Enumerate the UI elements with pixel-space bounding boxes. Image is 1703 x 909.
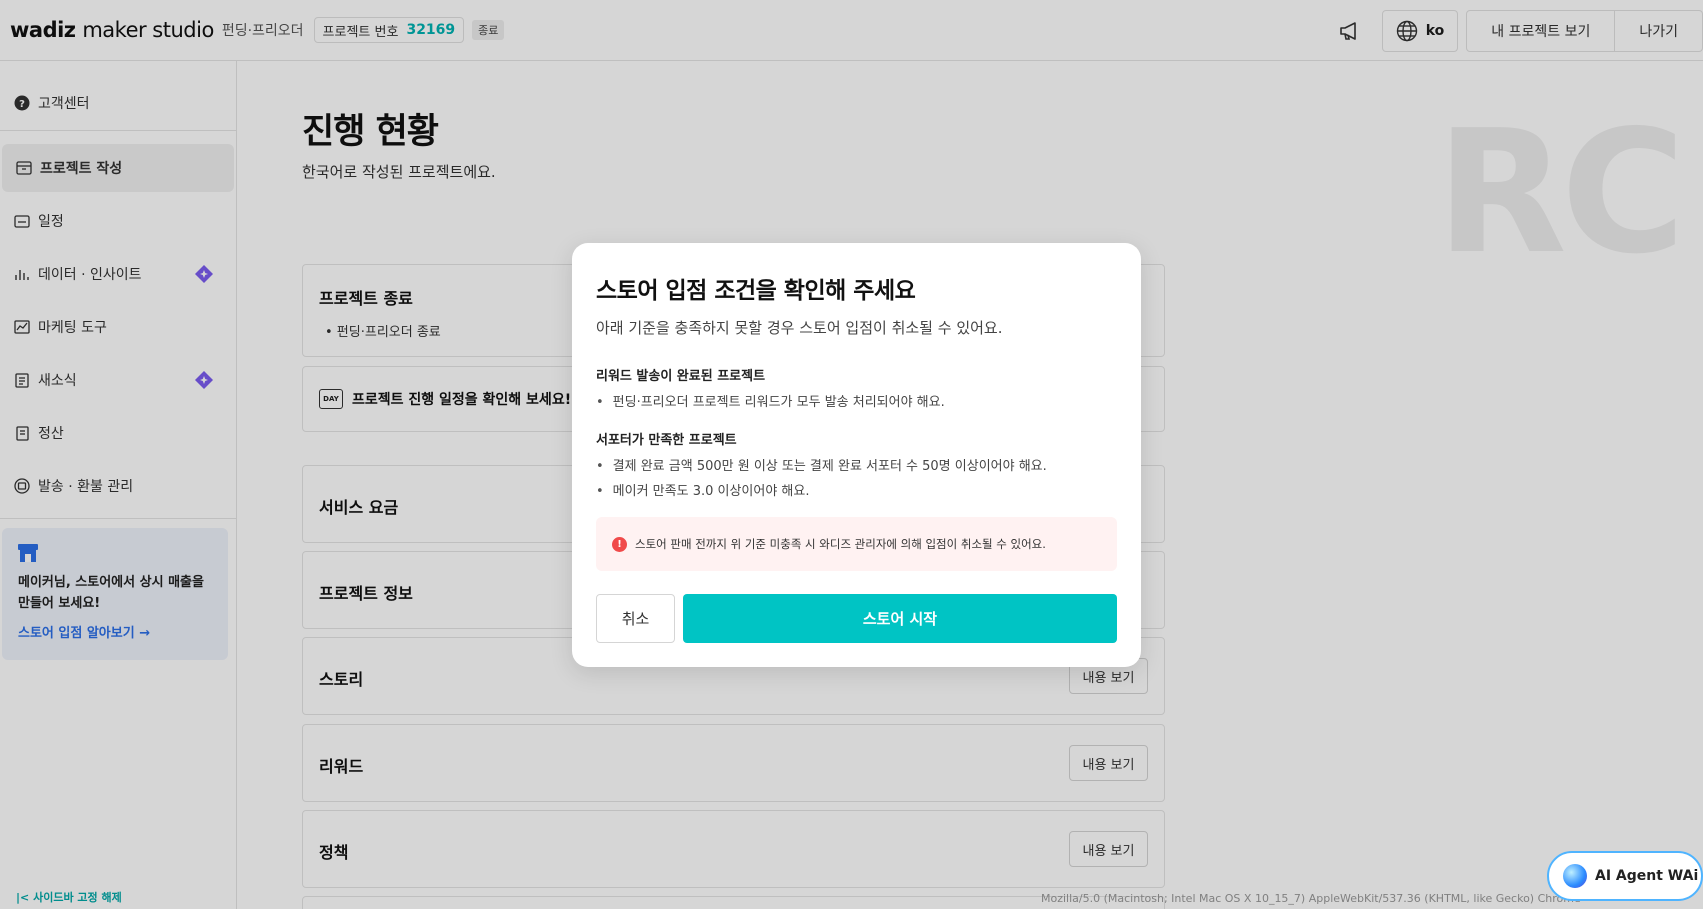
alert-text: 스토어 판매 전까지 위 기준 미충족 시 와디즈 관리자에 의해 입점이 취소… xyxy=(635,537,1046,551)
store-start-button[interactable]: 스토어 시작 xyxy=(683,594,1117,643)
cancel-button[interactable]: 취소 xyxy=(596,594,675,643)
modal-description: 아래 기준을 충족하지 못할 경우 스토어 입점이 취소될 수 있어요. xyxy=(596,319,1003,337)
store-entry-modal: 스토어 입점 조건을 확인해 주세요 아래 기준을 충족하지 못할 경우 스토어… xyxy=(572,243,1141,667)
condition-section-title: 리워드 발송이 완료된 프로젝트 xyxy=(596,369,766,384)
condition-bullet: 메이커 만족도 3.0 이상이어야 해요. xyxy=(596,480,810,499)
ai-agent-button[interactable]: AI Agent WAi xyxy=(1547,851,1703,901)
warning-alert: ! 스토어 판매 전까지 위 기준 미충족 시 와디즈 관리자에 의해 입점이 … xyxy=(596,517,1117,571)
condition-bullet: 펀딩·프리오더 프로젝트 리워드가 모두 발송 처리되어야 해요. xyxy=(596,391,945,410)
alert-exclamation-icon: ! xyxy=(612,536,627,552)
ai-orb-icon xyxy=(1563,864,1587,888)
modal-title: 스토어 입점 조건을 확인해 주세요 xyxy=(596,278,916,304)
condition-bullet: 결제 완료 금액 500만 원 이상 또는 결제 완료 서포터 수 50명 이상… xyxy=(596,455,1047,474)
ai-agent-label: AI Agent WAi xyxy=(1595,868,1699,884)
condition-section-title: 서포터가 만족한 프로젝트 xyxy=(596,433,737,448)
